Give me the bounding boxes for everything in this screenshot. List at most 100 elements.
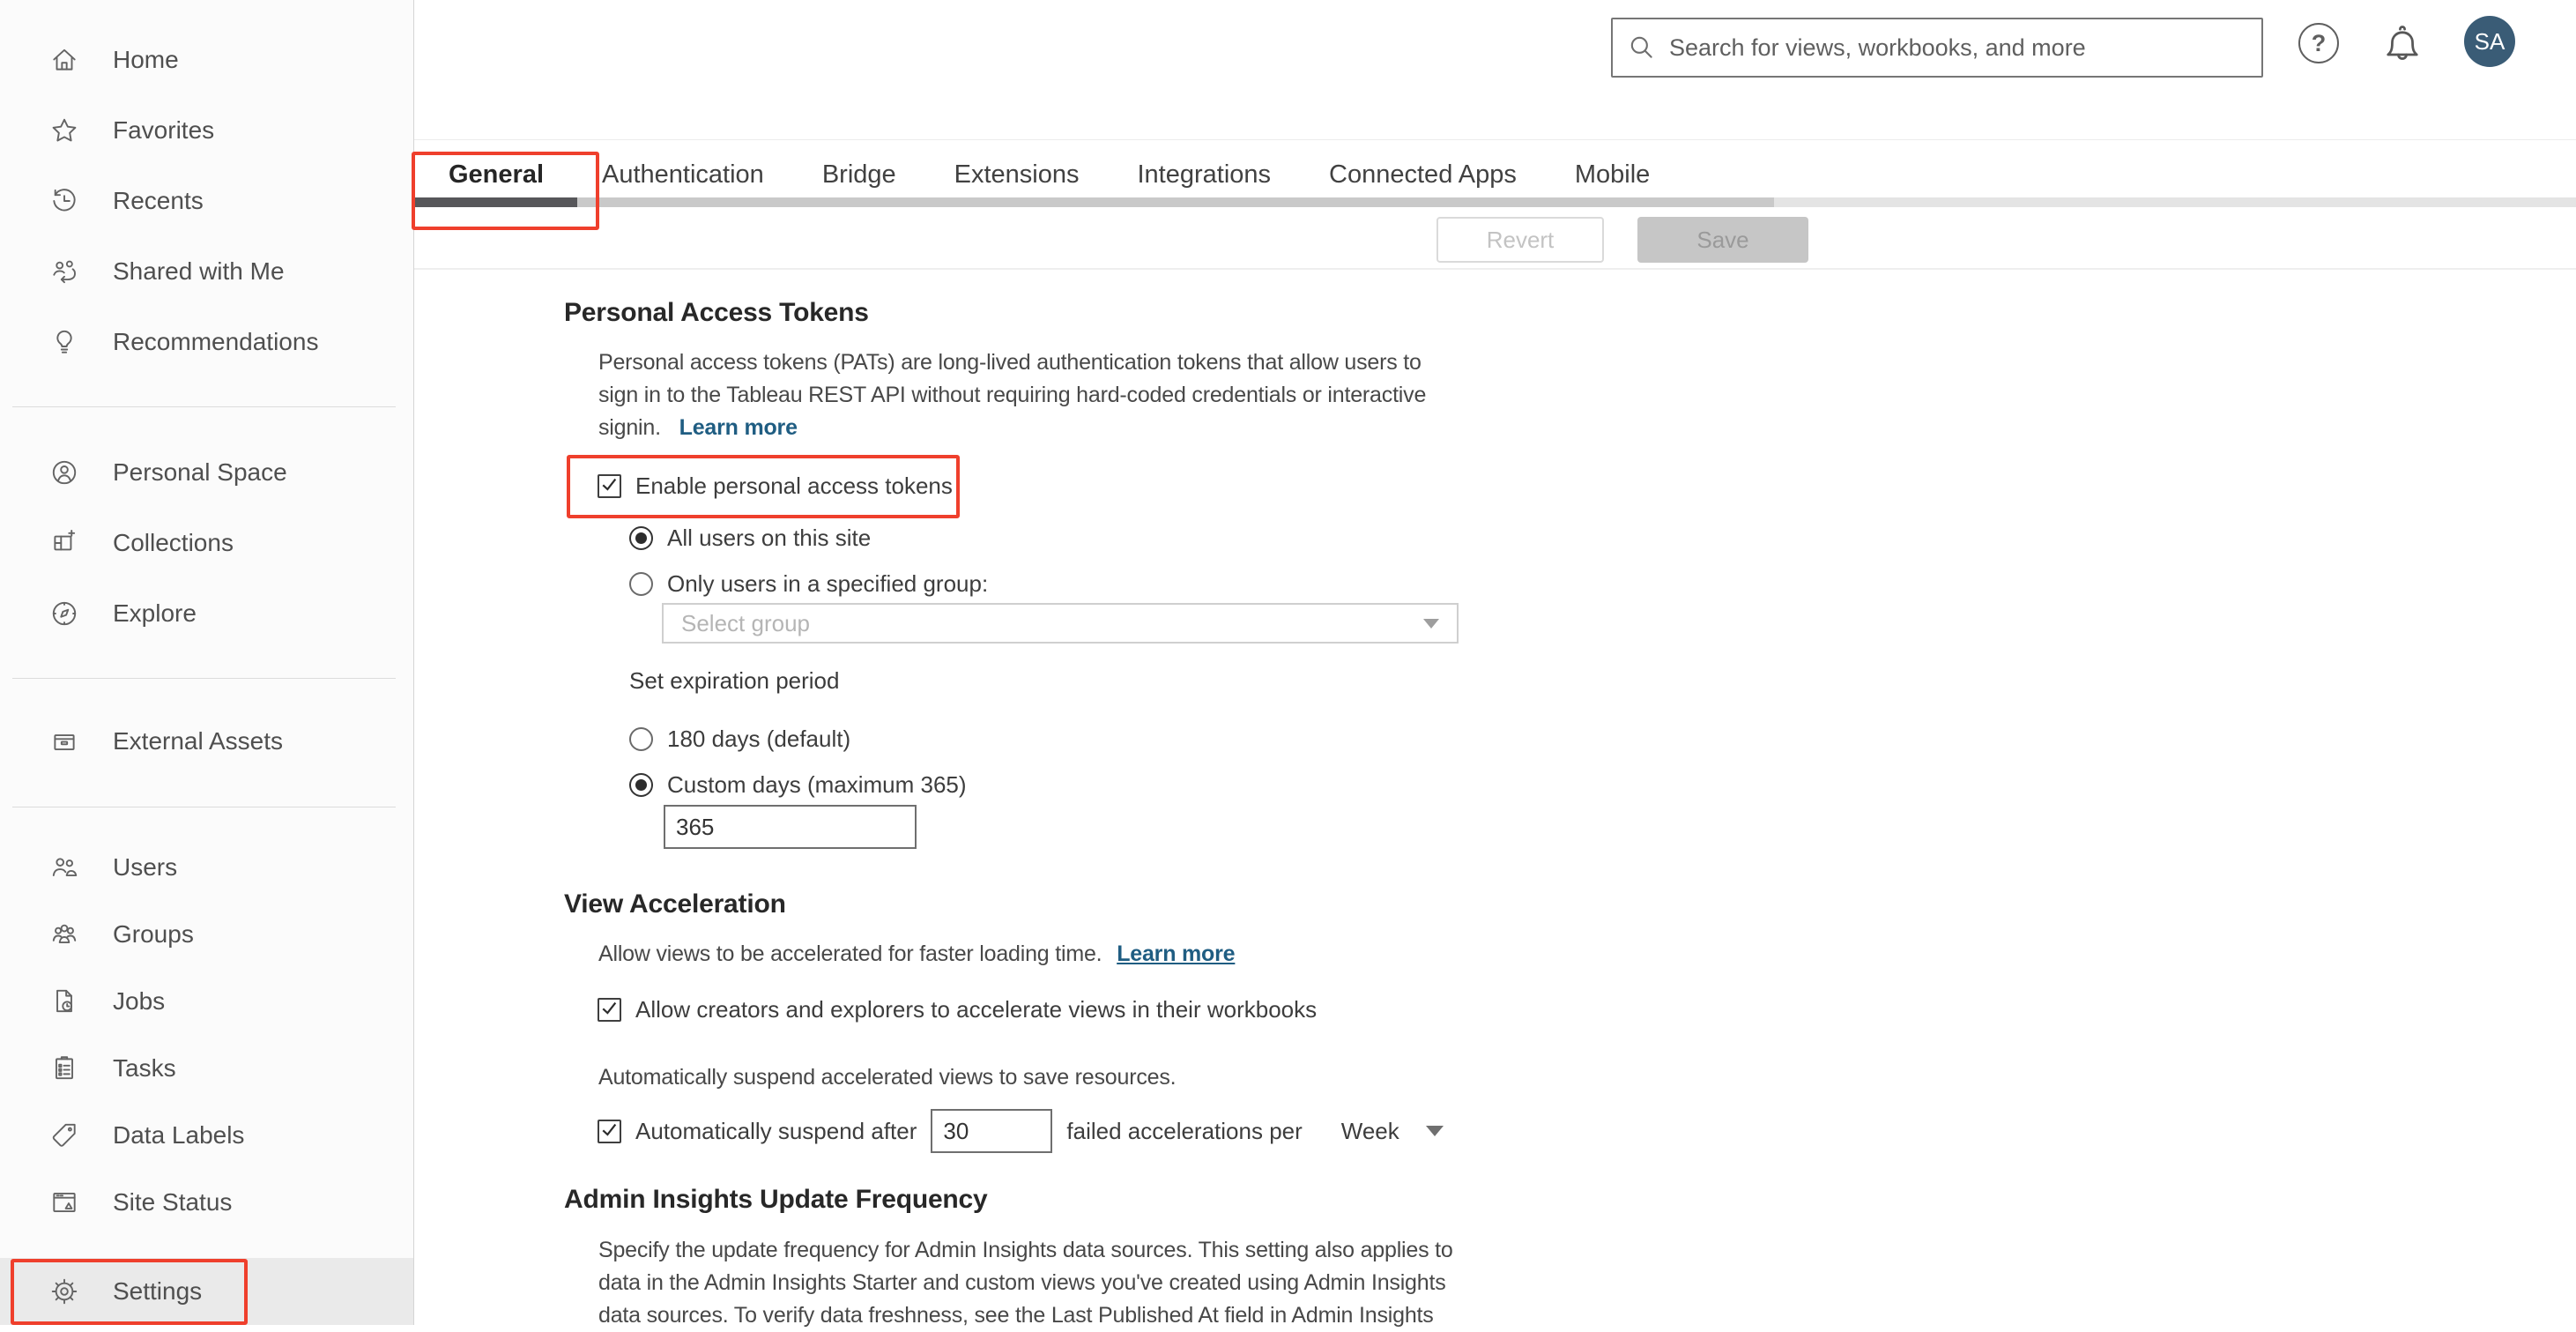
jobs-icon bbox=[49, 986, 79, 1016]
admin-section-title: Admin Insights Update Frequency bbox=[564, 1185, 988, 1214]
sidebar: Home Favorites Recents Shared with Me Recomm… bbox=[0, 0, 414, 1325]
suspend-before-label: Automatically suspend after bbox=[635, 1117, 917, 1144]
sidebar-item-explore[interactable]: Explore bbox=[0, 579, 413, 648]
days-180-radio[interactable] bbox=[629, 726, 653, 751]
sidebar-item-label: Shared with Me bbox=[113, 257, 285, 285]
specified-group-label: Only users in a specified group: bbox=[667, 569, 989, 597]
tab-connected-apps[interactable]: Connected Apps bbox=[1329, 160, 1517, 190]
notifications-bell-icon[interactable] bbox=[2379, 19, 2425, 72]
pat-learn-more-link[interactable]: Learn more bbox=[679, 415, 798, 440]
site-status-icon bbox=[49, 1187, 79, 1217]
sidebar-item-collections[interactable]: Collections bbox=[0, 509, 413, 577]
sidebar-item-data-labels[interactable]: Data Labels bbox=[0, 1101, 413, 1170]
allow-acceleration-checkbox[interactable] bbox=[598, 997, 621, 1022]
tab-extensions[interactable]: Extensions bbox=[954, 160, 1080, 190]
collections-icon bbox=[49, 528, 79, 558]
sidebar-divider bbox=[12, 678, 396, 679]
sidebar-item-label: External Assets bbox=[113, 727, 283, 755]
avatar[interactable]: SA bbox=[2464, 16, 2515, 67]
sidebar-item-label: Site Status bbox=[113, 1188, 233, 1216]
groups-icon bbox=[49, 919, 79, 949]
users-icon bbox=[49, 852, 79, 882]
search-icon bbox=[1630, 36, 1652, 58]
suspend-description: Automatically suspend accelerated views … bbox=[598, 1065, 1177, 1090]
sidebar-item-label: Settings bbox=[113, 1277, 203, 1305]
suspend-count-input[interactable] bbox=[931, 1109, 1053, 1153]
custom-days-label: Custom days (maximum 365) bbox=[667, 770, 967, 798]
checkmark-icon bbox=[602, 1001, 617, 1015]
sidebar-item-external-assets[interactable]: External Assets bbox=[0, 707, 413, 776]
tab-integrations[interactable]: Integrations bbox=[1138, 160, 1272, 190]
specified-group-radio[interactable] bbox=[629, 571, 653, 596]
select-group-dropdown[interactable]: Select group bbox=[662, 603, 1459, 644]
va-description-text: Allow views to be accelerated for faster… bbox=[598, 941, 1102, 966]
compass-icon bbox=[49, 599, 79, 629]
sidebar-item-label: Personal Space bbox=[113, 458, 287, 486]
checkmark-icon bbox=[602, 478, 617, 491]
active-tab-underline bbox=[414, 197, 577, 207]
sidebar-item-label: Data Labels bbox=[113, 1121, 245, 1149]
va-section-title: View Acceleration bbox=[564, 889, 786, 919]
tab-mobile[interactable]: Mobile bbox=[1575, 160, 1650, 190]
search-input[interactable] bbox=[1667, 33, 2247, 63]
sidebar-item-users[interactable]: Users bbox=[0, 833, 413, 902]
custom-days-input[interactable] bbox=[664, 805, 917, 849]
expiration-period-label: Set expiration period bbox=[629, 667, 840, 694]
allow-acceleration-row: Allow creators and explorers to accelera… bbox=[598, 995, 2576, 1023]
pat-description-line: signin. Learn more bbox=[598, 412, 2576, 444]
help-icon[interactable]: ? bbox=[2298, 23, 2339, 63]
tab-track bbox=[414, 197, 1774, 207]
save-button[interactable]: Save bbox=[1637, 217, 1808, 263]
sidebar-item-recents[interactable]: Recents bbox=[0, 167, 413, 235]
sidebar-item-label: Tasks bbox=[113, 1054, 176, 1082]
admin-description: Specify the update frequency for Admin I… bbox=[598, 1234, 2576, 1332]
custom-days-radio[interactable] bbox=[629, 772, 653, 797]
period-dropdown[interactable]: Week bbox=[1341, 1118, 1444, 1145]
sidebar-item-personal-space[interactable]: Personal Space bbox=[0, 438, 413, 507]
sidebar-item-label: Collections bbox=[113, 529, 234, 556]
tab-bridge[interactable]: Bridge bbox=[822, 160, 896, 190]
auto-suspend-checkbox[interactable] bbox=[598, 1119, 621, 1143]
admin-description-line: Specify the update frequency for Admin I… bbox=[598, 1238, 1453, 1262]
sidebar-item-site-status[interactable]: Site Status bbox=[0, 1168, 413, 1237]
sidebar-item-shared-with-me[interactable]: Shared with Me bbox=[0, 237, 413, 306]
star-icon bbox=[49, 115, 79, 145]
tasks-icon bbox=[49, 1053, 79, 1083]
sidebar-item-jobs[interactable]: Jobs bbox=[0, 967, 413, 1036]
pat-description: Personal access tokens (PATs) are long-l… bbox=[598, 346, 2576, 444]
specified-group-row: Only users in a specified group: bbox=[629, 569, 2576, 597]
sidebar-item-label: Home bbox=[113, 46, 179, 73]
sidebar-item-groups[interactable]: Groups bbox=[0, 900, 413, 969]
help-glyph: ? bbox=[2311, 29, 2327, 56]
va-learn-more-link[interactable]: Learn more bbox=[1117, 941, 1235, 966]
shared-icon bbox=[49, 257, 79, 286]
external-assets-icon bbox=[49, 726, 79, 756]
tab-general[interactable]: General bbox=[449, 160, 544, 190]
sidebar-item-recommendations[interactable]: Recommendations bbox=[0, 308, 413, 376]
enable-pat-checkbox[interactable] bbox=[598, 473, 621, 498]
tab-authentication[interactable]: Authentication bbox=[602, 160, 764, 190]
all-users-radio[interactable] bbox=[629, 525, 653, 550]
settings-content: Personal Access Tokens Personal access t… bbox=[414, 270, 2576, 1328]
home-icon bbox=[49, 45, 79, 75]
tab-track-light bbox=[1774, 197, 2576, 207]
tag-icon bbox=[49, 1120, 79, 1150]
avatar-initials: SA bbox=[2474, 27, 2505, 55]
sidebar-item-label: Jobs bbox=[113, 987, 166, 1015]
person-circle-icon bbox=[49, 458, 79, 487]
allow-acceleration-label: Allow creators and explorers to accelera… bbox=[635, 995, 1318, 1023]
sidebar-divider bbox=[12, 406, 396, 407]
search-box[interactable] bbox=[1611, 18, 2263, 78]
revert-button[interactable]: Revert bbox=[1436, 217, 1604, 263]
suspend-after-label: failed accelerations per bbox=[1066, 1117, 1303, 1144]
lightbulb-icon bbox=[49, 327, 79, 357]
sidebar-item-favorites[interactable]: Favorites bbox=[0, 96, 413, 165]
sidebar-item-label: Favorites bbox=[113, 116, 215, 144]
settings-tabs: General Authentication Bridge Extensions Int… bbox=[449, 160, 1650, 190]
all-users-row: All users on this site bbox=[629, 525, 2576, 551]
days-180-row: 180 days (default) bbox=[629, 726, 2576, 752]
pat-section-title: Personal Access Tokens bbox=[564, 298, 869, 327]
sidebar-item-tasks[interactable]: Tasks bbox=[0, 1034, 413, 1103]
sidebar-item-settings[interactable]: Settings bbox=[0, 1258, 413, 1325]
sidebar-item-home[interactable]: Home bbox=[0, 26, 413, 94]
